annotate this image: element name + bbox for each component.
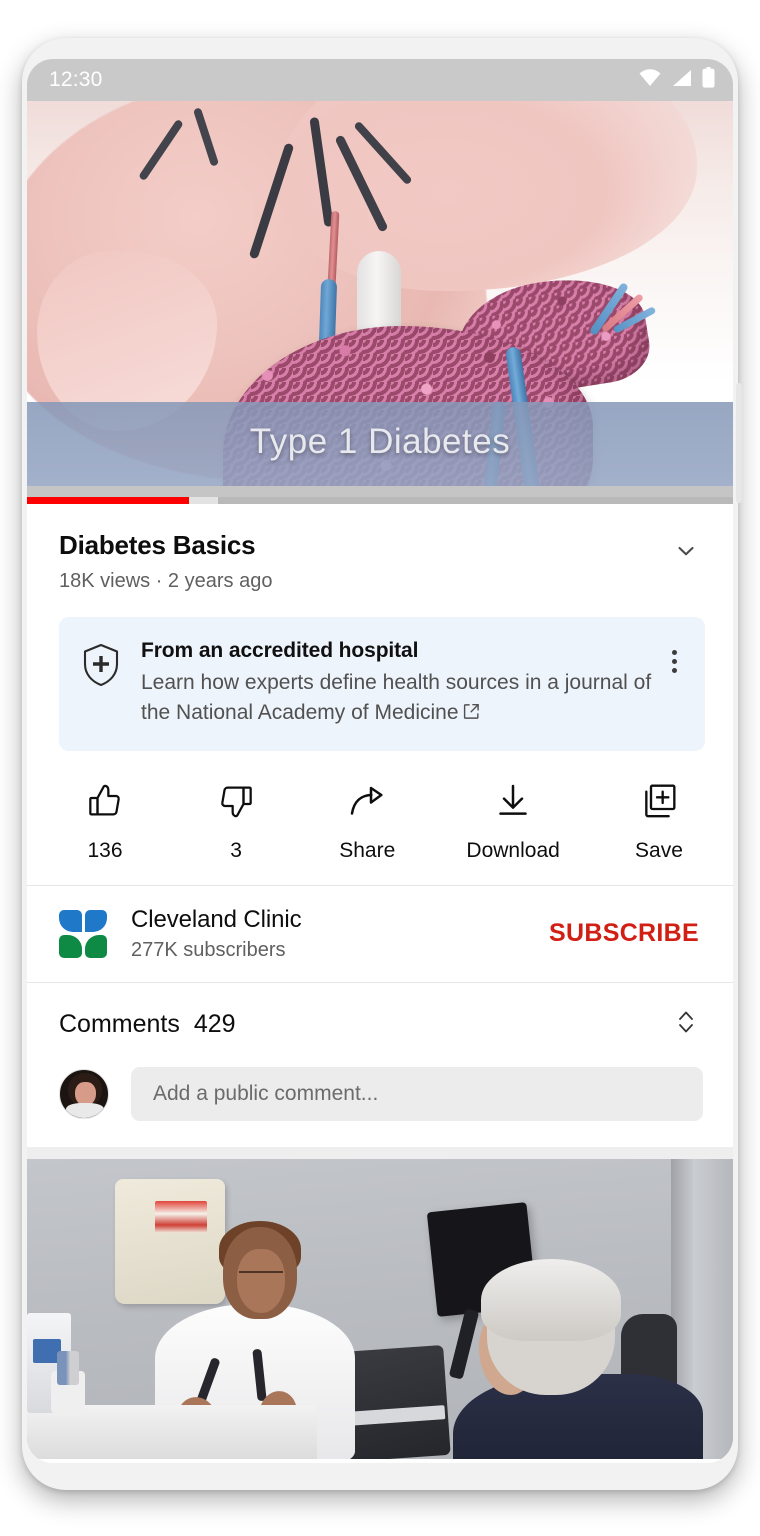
next-video-thumbnail[interactable]	[27, 1158, 733, 1459]
phone-side-button[interactable]	[736, 383, 742, 503]
liver-upper-lobe	[277, 101, 697, 291]
subscribe-button[interactable]: SUBSCRIBE	[545, 913, 703, 954]
video-meta-block[interactable]: Diabetes Basics 18K views · 2 years ago	[27, 504, 733, 611]
cleveland-clinic-logo	[59, 909, 107, 958]
doctor-glasses	[239, 1270, 283, 1280]
accredited-card-title: From an accredited hospital	[141, 639, 419, 662]
dislike-count: 3	[230, 838, 242, 862]
share-label: Share	[339, 838, 396, 862]
external-link-icon[interactable]	[463, 699, 480, 729]
save-label: Save	[635, 838, 683, 862]
phone-screen: 12:30 Type 1 Diabetes Diabetes Basics 18…	[27, 59, 733, 1463]
channel-row[interactable]: Cleveland Clinic 277K subscribers SUBSCR…	[27, 886, 733, 983]
battery-icon	[702, 67, 715, 93]
status-bar: 12:30	[27, 59, 733, 101]
doctor-face	[237, 1248, 285, 1313]
sort-chevrons-icon	[674, 1007, 698, 1042]
accredited-hospital-card[interactable]: From an accredited hospital Learn how ex…	[59, 617, 705, 751]
comments-sort-button[interactable]	[669, 1005, 703, 1045]
logo-quadrant-top-right	[84, 909, 107, 933]
download-button[interactable]: Download	[466, 781, 560, 863]
dislike-button[interactable]: 3	[204, 781, 268, 863]
phone-frame: 12:30 Type 1 Diabetes Diabetes Basics 18…	[22, 38, 742, 1490]
thumbs-down-icon	[216, 781, 256, 826]
thumbs-up-icon	[85, 781, 125, 826]
save-button[interactable]: Save	[627, 781, 691, 863]
logo-quadrant-top-left	[59, 909, 82, 933]
share-arrow-icon	[347, 781, 387, 826]
logo-quadrant-bottom-right	[84, 935, 107, 958]
pen-cup-contents	[57, 1350, 79, 1385]
channel-info: Cleveland Clinic 277K subscribers	[131, 906, 545, 962]
chevron-down-icon	[673, 538, 699, 569]
video-action-row: 136 3 Share Download Save	[27, 751, 733, 886]
video-progress-played	[27, 497, 190, 504]
share-button[interactable]: Share	[335, 781, 399, 863]
download-icon	[493, 781, 533, 826]
video-title: Diabetes Basics	[59, 530, 256, 560]
user-avatar[interactable]	[59, 1068, 109, 1119]
section-divider	[27, 1146, 733, 1159]
more-vertical-icon-dot	[671, 649, 677, 655]
video-progress-bar[interactable]	[27, 497, 733, 504]
comments-label: Comments	[59, 1010, 180, 1039]
accredited-card-description-text: Learn how experts define health sources …	[141, 671, 652, 724]
comments-header[interactable]: Comments 429	[27, 983, 733, 1063]
more-vertical-icon-dot	[671, 667, 677, 673]
patient-hair	[481, 1258, 621, 1341]
channel-name: Cleveland Clinic	[131, 905, 302, 933]
expand-description-button[interactable]	[669, 536, 703, 570]
video-caption-overlay: Type 1 Diabetes	[249, 422, 511, 461]
channel-subscriber-count: 277K subscribers	[131, 938, 286, 961]
status-bar-clock: 12:30	[49, 68, 103, 91]
more-vertical-icon-dot	[671, 658, 677, 664]
like-button[interactable]: 136	[73, 781, 137, 863]
download-label: Download	[466, 838, 560, 862]
save-plus-icon	[639, 781, 679, 826]
health-shield-icon	[81, 643, 121, 692]
comments-count: 429	[193, 1010, 236, 1039]
sharps-container	[115, 1178, 225, 1304]
cell-signal-icon	[671, 69, 693, 92]
sharps-container-label	[155, 1200, 207, 1233]
add-comment-input[interactable]: Add a public comment...	[131, 1066, 703, 1121]
video-stats: 18K views · 2 years ago	[59, 570, 273, 592]
like-count: 136	[87, 838, 123, 862]
accredited-card-menu-button[interactable]	[657, 641, 691, 681]
screenshot-root: 12:30 Type 1 Diabetes Diabetes Basics 18…	[0, 0, 760, 1536]
comment-compose-row[interactable]: Add a public comment...	[27, 1063, 733, 1147]
video-player[interactable]: Type 1 Diabetes	[27, 101, 733, 504]
status-bar-icons	[638, 67, 715, 93]
avatar-shirt	[66, 1102, 104, 1118]
accredited-card-body: From an accredited hospital Learn how ex…	[141, 639, 657, 729]
gesture-navigation-bar	[27, 1458, 733, 1463]
video-frame-illustration: Type 1 Diabetes	[27, 101, 733, 504]
logo-quadrant-bottom-left	[59, 935, 82, 958]
wifi-icon	[638, 68, 662, 92]
accredited-card-description: Learn how experts define health sources …	[141, 668, 657, 729]
